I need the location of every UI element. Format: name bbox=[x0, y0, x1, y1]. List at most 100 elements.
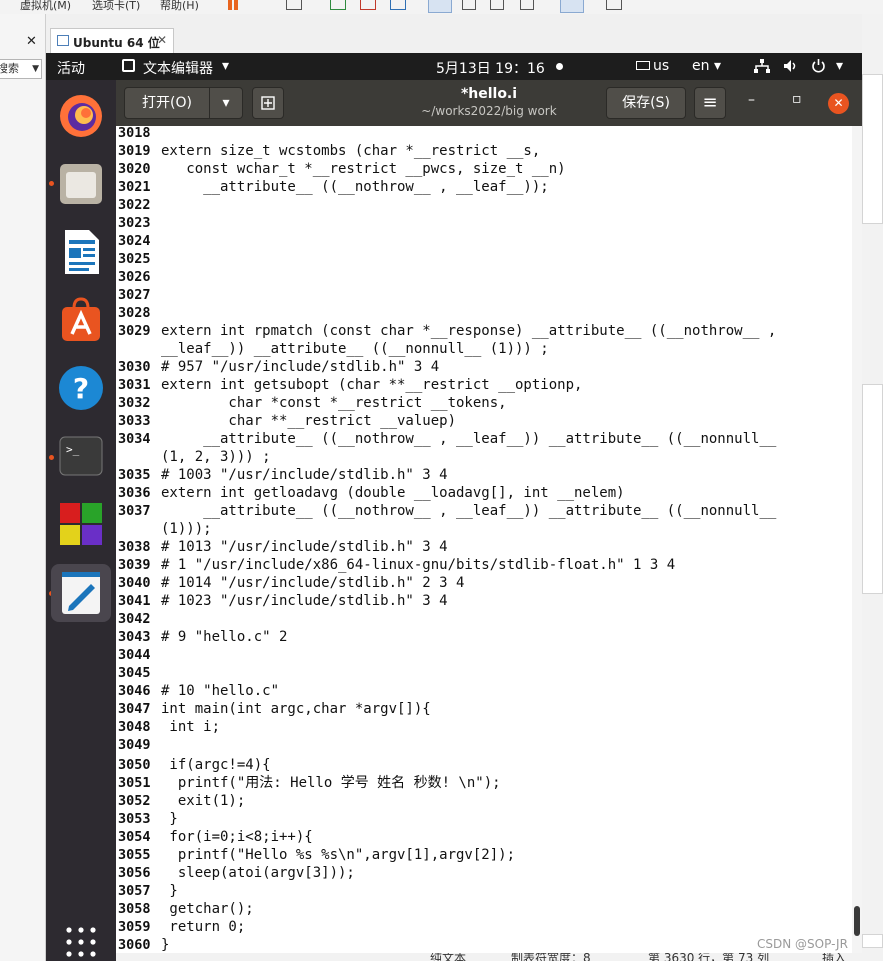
line-number: 3050 bbox=[118, 757, 151, 773]
host-menu-tabs[interactable]: 选项卡(T) bbox=[92, 0, 140, 13]
clock[interactable]: 5月13日 19：16 bbox=[436, 58, 545, 78]
line-text: # 1 "/usr/include/x86_64-linux-gnu/bits/… bbox=[161, 557, 676, 573]
tab-width-selector[interactable]: 制表符宽度：8 bbox=[511, 953, 591, 961]
host-library-panel: ✕ 搜索 ▼ bbox=[0, 14, 46, 961]
line-number: 3038 bbox=[118, 539, 151, 555]
chevron-down-icon[interactable]: ▾ bbox=[714, 58, 721, 74]
app-launcher-blocks[interactable] bbox=[55, 498, 107, 550]
line-text: } bbox=[161, 811, 178, 827]
host-menubar: 虚拟机(M) 选项卡(T) 帮助(H) bbox=[0, 0, 883, 14]
line-text: extern int getsubopt (char **__restrict … bbox=[161, 377, 583, 393]
volume-icon[interactable] bbox=[783, 59, 799, 73]
code-line: 3052 exit(1); bbox=[116, 792, 854, 810]
line-text: const wchar_t *__restrict __pwcs, size_t… bbox=[161, 161, 566, 177]
console-view-icon[interactable] bbox=[560, 0, 584, 13]
host-tabbar: Ubuntu 64 位 ✕ bbox=[46, 14, 862, 54]
code-line: 3020 const wchar_t *__restrict __pwcs, s… bbox=[116, 160, 854, 178]
network-icon[interactable] bbox=[754, 59, 770, 73]
open-button[interactable]: 打开(O) bbox=[124, 87, 210, 119]
unity-icon[interactable] bbox=[520, 0, 534, 10]
firefox-launcher[interactable] bbox=[55, 90, 107, 142]
chevron-down-icon[interactable]: ▼ bbox=[32, 60, 39, 78]
minimize-button[interactable]: – bbox=[748, 92, 755, 108]
line-number: 3058 bbox=[118, 901, 151, 917]
sidebar-toggle-icon[interactable] bbox=[428, 0, 452, 13]
save-button[interactable]: 保存(S) bbox=[606, 87, 686, 119]
language-selector[interactable]: 纯文本 bbox=[430, 953, 466, 961]
app-menu-button[interactable]: 文本编辑器 bbox=[143, 58, 213, 78]
terminal-launcher[interactable]: >_ bbox=[55, 430, 107, 482]
scrollbar-thumb[interactable] bbox=[854, 906, 860, 936]
line-number: 3054 bbox=[118, 829, 151, 845]
code-line: 3044 bbox=[116, 646, 854, 664]
vm-tab[interactable]: Ubuntu 64 位 ✕ bbox=[50, 28, 174, 54]
code-line: 3027 bbox=[116, 286, 854, 304]
line-text: for(i=0;i<8;i++){ bbox=[161, 829, 313, 845]
line-number: 3022 bbox=[118, 197, 151, 213]
document-icon bbox=[65, 230, 99, 274]
files-launcher[interactable] bbox=[55, 158, 107, 210]
code-line: 3060} bbox=[116, 936, 854, 953]
terminal-icon: >_ bbox=[59, 436, 103, 476]
notification-dot-icon bbox=[556, 63, 563, 70]
line-number: 3053 bbox=[118, 811, 151, 827]
activities-button[interactable]: 活动 bbox=[57, 58, 85, 78]
library-search-input[interactable]: 搜索 ▼ bbox=[0, 59, 42, 79]
snapshot-manager-icon[interactable] bbox=[390, 0, 406, 10]
power-icon[interactable] bbox=[811, 58, 826, 73]
keyboard-layout[interactable]: us bbox=[653, 58, 669, 74]
code-line: 3047 int main(int argc,char *argv[]){ bbox=[116, 700, 854, 718]
line-text: printf("Hello %s %s\n",argv[1],argv[2]); bbox=[161, 847, 516, 863]
input-language[interactable]: en bbox=[692, 58, 710, 74]
new-tab-icon bbox=[261, 96, 275, 110]
line-text: extern int getloadavg (double __loadavg[… bbox=[161, 485, 625, 501]
line-text: # 1003 "/usr/include/stdlib.h" 3 4 bbox=[161, 467, 448, 483]
code-line: 3039 # 1 "/usr/include/x86_64-linux-gnu/b… bbox=[116, 556, 854, 574]
show-applications-grid-icon[interactable] bbox=[65, 926, 97, 958]
line-text: # 1013 "/usr/include/stdlib.h" 3 4 bbox=[161, 539, 448, 555]
view-thumbnail-icon[interactable] bbox=[462, 0, 476, 10]
running-indicator bbox=[49, 455, 54, 460]
close-tab-icon[interactable]: ✕ bbox=[157, 33, 167, 47]
writer-launcher[interactable] bbox=[55, 226, 107, 278]
open-recent-dropdown[interactable]: ▾ bbox=[209, 87, 243, 119]
line-number: 3025 bbox=[118, 251, 151, 267]
close-window-button[interactable]: ✕ bbox=[828, 93, 849, 114]
line-number: 3018 bbox=[118, 126, 151, 141]
pause-icon[interactable] bbox=[228, 0, 232, 10]
line-text: # 10 "hello.c" bbox=[161, 683, 280, 699]
chevron-down-icon[interactable]: ▾ bbox=[836, 58, 843, 74]
line-number: 3047 bbox=[118, 701, 151, 717]
host-menu-help[interactable]: 帮助(H) bbox=[160, 0, 199, 13]
line-text: # 957 "/usr/include/stdlib.h" 3 4 bbox=[161, 359, 440, 375]
send-keys-icon[interactable] bbox=[286, 0, 302, 10]
new-tab-button[interactable] bbox=[252, 87, 284, 119]
text-editor-icon bbox=[62, 572, 100, 614]
hamburger-menu-button[interactable]: ≡ bbox=[694, 87, 726, 119]
line-number: 3060 bbox=[118, 937, 151, 953]
close-icon[interactable]: ✕ bbox=[26, 34, 37, 49]
fullscreen-icon[interactable] bbox=[490, 0, 504, 10]
revert-snapshot-icon[interactable] bbox=[360, 0, 376, 10]
line-text: # 9 "hello.c" 2 bbox=[161, 629, 288, 645]
text-editor-view[interactable]: 3018 3019 extern size_t wcstombs (char *__… bbox=[116, 126, 862, 953]
line-text: __attribute__ ((__nothrow__ , __leaf__))… bbox=[161, 431, 777, 447]
line-number: 3034 bbox=[118, 431, 151, 447]
chevron-down-icon[interactable]: ▾ bbox=[222, 58, 229, 74]
software-launcher[interactable] bbox=[55, 294, 107, 346]
code-line: 3038 # 1013 "/usr/include/stdlib.h" 3 4 bbox=[116, 538, 854, 556]
editor-scrollbar[interactable] bbox=[852, 126, 862, 953]
help-launcher[interactable]: ? bbox=[55, 362, 107, 414]
svg-text:?: ? bbox=[73, 372, 89, 405]
maximize-button[interactable]: ▫ bbox=[792, 91, 802, 107]
snapshot-icon[interactable] bbox=[330, 0, 346, 10]
code-line: 3048 int i; bbox=[116, 718, 854, 736]
line-number: 3043 bbox=[118, 629, 151, 645]
line-text: int main(int argc,char *argv[]){ bbox=[161, 701, 431, 717]
text-editor-launcher[interactable] bbox=[51, 564, 111, 622]
line-number: 3029 bbox=[118, 323, 151, 339]
code-line: 3040 # 1014 "/usr/include/stdlib.h" 2 3 4 bbox=[116, 574, 854, 592]
stretch-icon[interactable] bbox=[606, 0, 622, 10]
code-line: 3018 bbox=[116, 126, 854, 142]
host-menu-vm[interactable]: 虚拟机(M) bbox=[20, 0, 71, 13]
